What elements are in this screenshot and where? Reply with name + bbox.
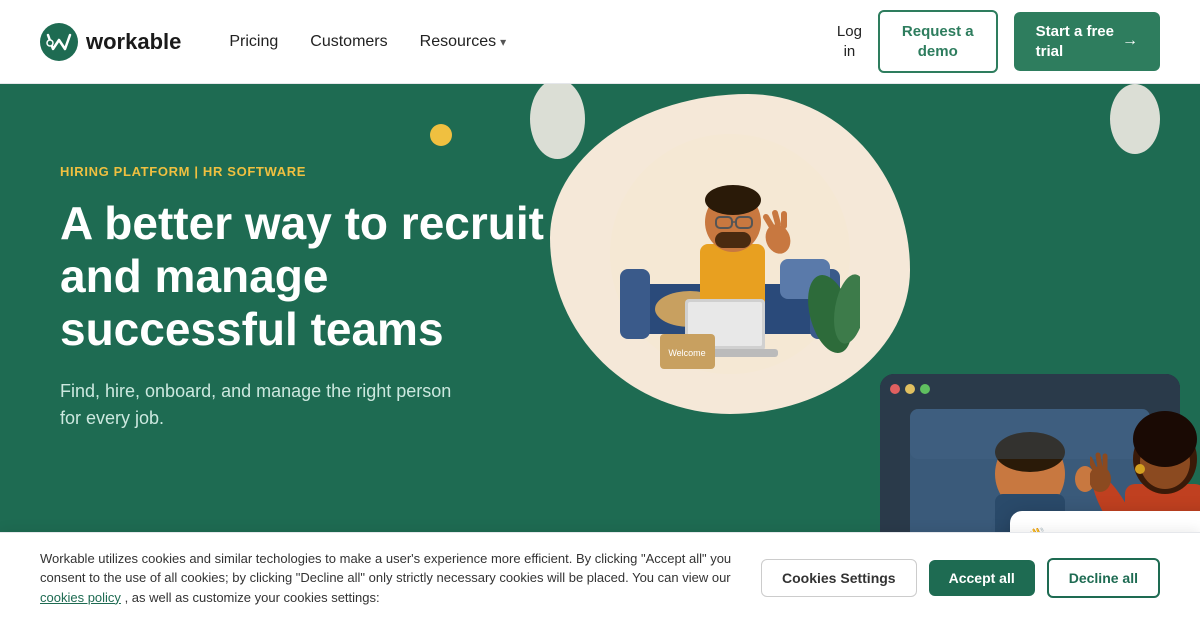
hero-description: Find, hire, onboard, and manage the righ… bbox=[60, 378, 460, 432]
arrow-icon: → bbox=[1122, 31, 1138, 52]
logo[interactable]: workable bbox=[40, 23, 181, 61]
yellow-dot-decoration bbox=[430, 124, 452, 146]
deco-oval-right bbox=[1110, 84, 1160, 154]
nav-left: workable Pricing Customers Resources ▾ bbox=[40, 23, 506, 61]
cookies-policy-link[interactable]: cookies policy bbox=[40, 590, 121, 605]
navbar: workable Pricing Customers Resources ▾ L… bbox=[0, 0, 1200, 84]
logo-text: workable bbox=[86, 29, 181, 55]
nav-link-pricing[interactable]: Pricing bbox=[229, 33, 278, 51]
login-button[interactable]: Log in bbox=[837, 22, 862, 61]
hero-content: HIRING PLATFORM | HR SOFTWARE A better w… bbox=[60, 144, 550, 468]
accept-all-button[interactable]: Accept all bbox=[929, 560, 1035, 596]
nav-right: Log in Request a demo Start a free trial… bbox=[837, 10, 1160, 73]
chevron-down-icon: ▾ bbox=[500, 35, 506, 49]
svg-text:Welcome: Welcome bbox=[668, 348, 705, 358]
nav-link-resources[interactable]: Resources ▾ bbox=[420, 33, 507, 51]
cookie-text: Workable utilizes cookies and similar te… bbox=[40, 549, 737, 608]
nav-link-customers[interactable]: Customers bbox=[310, 33, 387, 51]
cookie-banner: Workable utilizes cookies and similar te… bbox=[0, 532, 1200, 623]
cookie-buttons: Cookies Settings Accept all Decline all bbox=[761, 558, 1160, 598]
logo-icon bbox=[40, 23, 78, 61]
hero-title: A better way to recruit and manage succe… bbox=[60, 197, 550, 356]
request-demo-button[interactable]: Request a demo bbox=[878, 10, 998, 73]
person-working-svg: Welcome bbox=[600, 114, 860, 394]
cookies-settings-button[interactable]: Cookies Settings bbox=[761, 559, 917, 597]
person-working-blob: Welcome bbox=[550, 94, 910, 414]
nav-links: Pricing Customers Resources ▾ bbox=[229, 33, 506, 51]
start-trial-button[interactable]: Start a free trial → bbox=[1014, 12, 1160, 71]
decline-all-button[interactable]: Decline all bbox=[1047, 558, 1160, 598]
hero-subtitle: HIRING PLATFORM | HR SOFTWARE bbox=[60, 164, 550, 179]
